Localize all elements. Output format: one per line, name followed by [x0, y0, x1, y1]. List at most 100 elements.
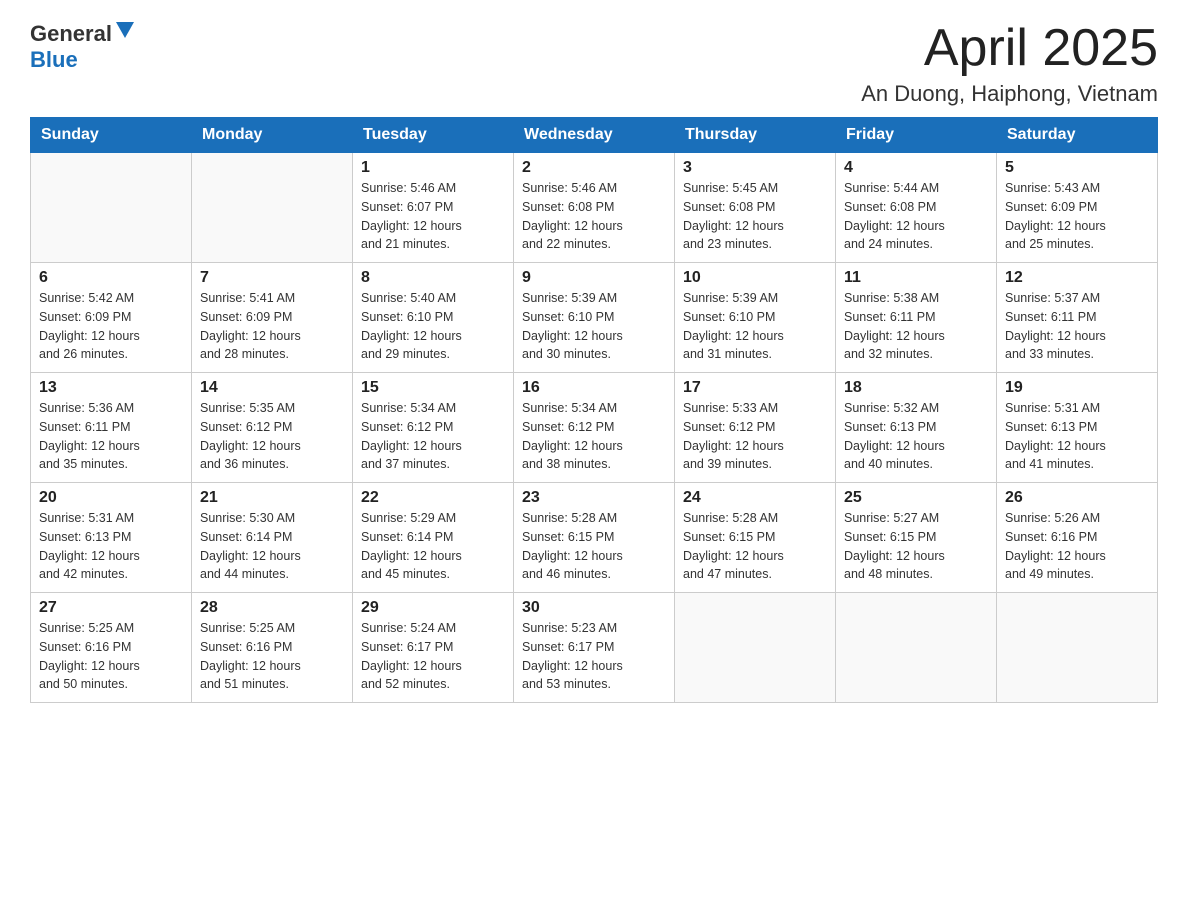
day-info: Sunrise: 5:27 AM Sunset: 6:15 PM Dayligh…: [844, 509, 988, 584]
calendar-cell: 30 Sunrise: 5:23 AM Sunset: 6:17 PM Dayli…: [514, 593, 675, 703]
day-number: 13: [39, 379, 183, 397]
day-info: Sunrise: 5:42 AM Sunset: 6:09 PM Dayligh…: [39, 289, 183, 364]
day-number: 30: [522, 599, 666, 617]
calendar-cell: 6 Sunrise: 5:42 AM Sunset: 6:09 PM Daylig…: [31, 263, 192, 373]
day-number: 28: [200, 599, 344, 617]
day-info: Sunrise: 5:30 AM Sunset: 6:14 PM Dayligh…: [200, 509, 344, 584]
day-info: Sunrise: 5:46 AM Sunset: 6:07 PM Dayligh…: [361, 179, 505, 254]
calendar-cell: 27 Sunrise: 5:25 AM Sunset: 6:16 PM Dayli…: [31, 593, 192, 703]
calendar-week-row: 27 Sunrise: 5:25 AM Sunset: 6:16 PM Dayli…: [31, 593, 1158, 703]
calendar-cell: 14 Sunrise: 5:35 AM Sunset: 6:12 PM Dayli…: [192, 373, 353, 483]
day-number: 17: [683, 379, 827, 397]
day-number: 10: [683, 269, 827, 287]
day-info: Sunrise: 5:29 AM Sunset: 6:14 PM Dayligh…: [361, 509, 505, 584]
calendar-cell: 8Sunrise: 5:40 AM Sunset: 6:10 PM Daylig…: [353, 263, 514, 373]
day-number: 6: [39, 269, 183, 287]
day-info: Sunrise: 5:34 AM Sunset: 6:12 PM Dayligh…: [522, 399, 666, 474]
day-number: 14: [200, 379, 344, 397]
day-number: 3: [683, 159, 827, 177]
calendar-header-wednesday: Wednesday: [514, 118, 675, 153]
day-number: 16: [522, 379, 666, 397]
day-number: 5: [1005, 159, 1149, 177]
calendar-table: SundayMondayTuesdayWednesdayThursdayFrid…: [30, 117, 1158, 703]
day-number: 9: [522, 269, 666, 287]
day-info: Sunrise: 5:26 AM Sunset: 6:16 PM Dayligh…: [1005, 509, 1149, 584]
day-number: 24: [683, 489, 827, 507]
calendar-cell: 23 Sunrise: 5:28 AM Sunset: 6:15 PM Dayli…: [514, 483, 675, 593]
calendar-cell: 9 Sunrise: 5:39 AM Sunset: 6:10 PM Daylig…: [514, 263, 675, 373]
day-number: 29: [361, 599, 505, 617]
calendar-header-saturday: Saturday: [997, 118, 1158, 153]
calendar-cell: 13 Sunrise: 5:36 AM Sunset: 6:11 PM Dayli…: [31, 373, 192, 483]
day-info: Sunrise: 5:28 AM Sunset: 6:15 PM Dayligh…: [522, 509, 666, 584]
day-info: Sunrise: 5:34 AM Sunset: 6:12 PM Dayligh…: [361, 399, 505, 474]
calendar-cell: 2Sunrise: 5:46 AM Sunset: 6:08 PM Daylig…: [514, 153, 675, 263]
calendar-header-monday: Monday: [192, 118, 353, 153]
calendar-cell: 21 Sunrise: 5:30 AM Sunset: 6:14 PM Dayli…: [192, 483, 353, 593]
logo: General Blue: [30, 20, 136, 73]
location-title: An Duong, Haiphong, Vietnam: [861, 81, 1158, 107]
day-info: Sunrise: 5:35 AM Sunset: 6:12 PM Dayligh…: [200, 399, 344, 474]
day-number: 18: [844, 379, 988, 397]
calendar-week-row: 6 Sunrise: 5:42 AM Sunset: 6:09 PM Daylig…: [31, 263, 1158, 373]
calendar-cell: 22 Sunrise: 5:29 AM Sunset: 6:14 PM Dayli…: [353, 483, 514, 593]
day-number: 20: [39, 489, 183, 507]
calendar-cell: 24 Sunrise: 5:28 AM Sunset: 6:15 PM Dayli…: [675, 483, 836, 593]
day-info: Sunrise: 5:39 AM Sunset: 6:10 PM Dayligh…: [522, 289, 666, 364]
day-info: Sunrise: 5:40 AM Sunset: 6:10 PM Dayligh…: [361, 289, 505, 364]
calendar-cell: 5 Sunrise: 5:43 AM Sunset: 6:09 PM Daylig…: [997, 153, 1158, 263]
calendar-cell: 20Sunrise: 5:31 AM Sunset: 6:13 PM Dayli…: [31, 483, 192, 593]
day-number: 22: [361, 489, 505, 507]
calendar-cell: 17Sunrise: 5:33 AM Sunset: 6:12 PM Dayli…: [675, 373, 836, 483]
calendar-cell: 15 Sunrise: 5:34 AM Sunset: 6:12 PM Dayli…: [353, 373, 514, 483]
calendar-header-thursday: Thursday: [675, 118, 836, 153]
calendar-header-tuesday: Tuesday: [353, 118, 514, 153]
calendar-cell: 3 Sunrise: 5:45 AM Sunset: 6:08 PM Daylig…: [675, 153, 836, 263]
calendar-header-row: SundayMondayTuesdayWednesdayThursdayFrid…: [31, 118, 1158, 153]
day-info: Sunrise: 5:39 AM Sunset: 6:10 PM Dayligh…: [683, 289, 827, 364]
day-number: 7: [200, 269, 344, 287]
day-number: 21: [200, 489, 344, 507]
day-info: Sunrise: 5:32 AM Sunset: 6:13 PM Dayligh…: [844, 399, 988, 474]
day-info: Sunrise: 5:41 AM Sunset: 6:09 PM Dayligh…: [200, 289, 344, 364]
calendar-cell: [675, 593, 836, 703]
day-info: Sunrise: 5:43 AM Sunset: 6:09 PM Dayligh…: [1005, 179, 1149, 254]
day-info: Sunrise: 5:31 AM Sunset: 6:13 PM Dayligh…: [1005, 399, 1149, 474]
title-section: April 2025 An Duong, Haiphong, Vietnam: [861, 20, 1158, 107]
day-number: 2: [522, 159, 666, 177]
calendar-cell: [997, 593, 1158, 703]
calendar-cell: 12Sunrise: 5:37 AM Sunset: 6:11 PM Dayli…: [997, 263, 1158, 373]
calendar-cell: [31, 153, 192, 263]
calendar-cell: 26 Sunrise: 5:26 AM Sunset: 6:16 PM Dayli…: [997, 483, 1158, 593]
day-info: Sunrise: 5:28 AM Sunset: 6:15 PM Dayligh…: [683, 509, 827, 584]
day-info: Sunrise: 5:25 AM Sunset: 6:16 PM Dayligh…: [200, 619, 344, 694]
calendar-cell: [836, 593, 997, 703]
day-number: 15: [361, 379, 505, 397]
day-number: 19: [1005, 379, 1149, 397]
day-number: 12: [1005, 269, 1149, 287]
day-info: Sunrise: 5:23 AM Sunset: 6:17 PM Dayligh…: [522, 619, 666, 694]
logo-general-text: General: [30, 21, 112, 47]
calendar-week-row: 1Sunrise: 5:46 AM Sunset: 6:07 PM Daylig…: [31, 153, 1158, 263]
day-number: 4: [844, 159, 988, 177]
day-info: Sunrise: 5:45 AM Sunset: 6:08 PM Dayligh…: [683, 179, 827, 254]
day-number: 23: [522, 489, 666, 507]
calendar-cell: 29 Sunrise: 5:24 AM Sunset: 6:17 PM Dayli…: [353, 593, 514, 703]
calendar-cell: 28 Sunrise: 5:25 AM Sunset: 6:16 PM Dayli…: [192, 593, 353, 703]
calendar-cell: 18 Sunrise: 5:32 AM Sunset: 6:13 PM Dayli…: [836, 373, 997, 483]
calendar-cell: 7 Sunrise: 5:41 AM Sunset: 6:09 PM Daylig…: [192, 263, 353, 373]
day-info: Sunrise: 5:44 AM Sunset: 6:08 PM Dayligh…: [844, 179, 988, 254]
calendar-cell: 19 Sunrise: 5:31 AM Sunset: 6:13 PM Dayli…: [997, 373, 1158, 483]
day-number: 26: [1005, 489, 1149, 507]
day-info: Sunrise: 5:24 AM Sunset: 6:17 PM Dayligh…: [361, 619, 505, 694]
day-number: 27: [39, 599, 183, 617]
day-number: 11: [844, 269, 988, 287]
calendar-cell: 16 Sunrise: 5:34 AM Sunset: 6:12 PM Dayli…: [514, 373, 675, 483]
calendar-cell: 4 Sunrise: 5:44 AM Sunset: 6:08 PM Daylig…: [836, 153, 997, 263]
day-info: Sunrise: 5:25 AM Sunset: 6:16 PM Dayligh…: [39, 619, 183, 694]
month-title: April 2025: [861, 20, 1158, 77]
day-info: Sunrise: 5:36 AM Sunset: 6:11 PM Dayligh…: [39, 399, 183, 474]
calendar-header-friday: Friday: [836, 118, 997, 153]
day-info: Sunrise: 5:38 AM Sunset: 6:11 PM Dayligh…: [844, 289, 988, 364]
logo-triangle-icon: [114, 20, 136, 45]
